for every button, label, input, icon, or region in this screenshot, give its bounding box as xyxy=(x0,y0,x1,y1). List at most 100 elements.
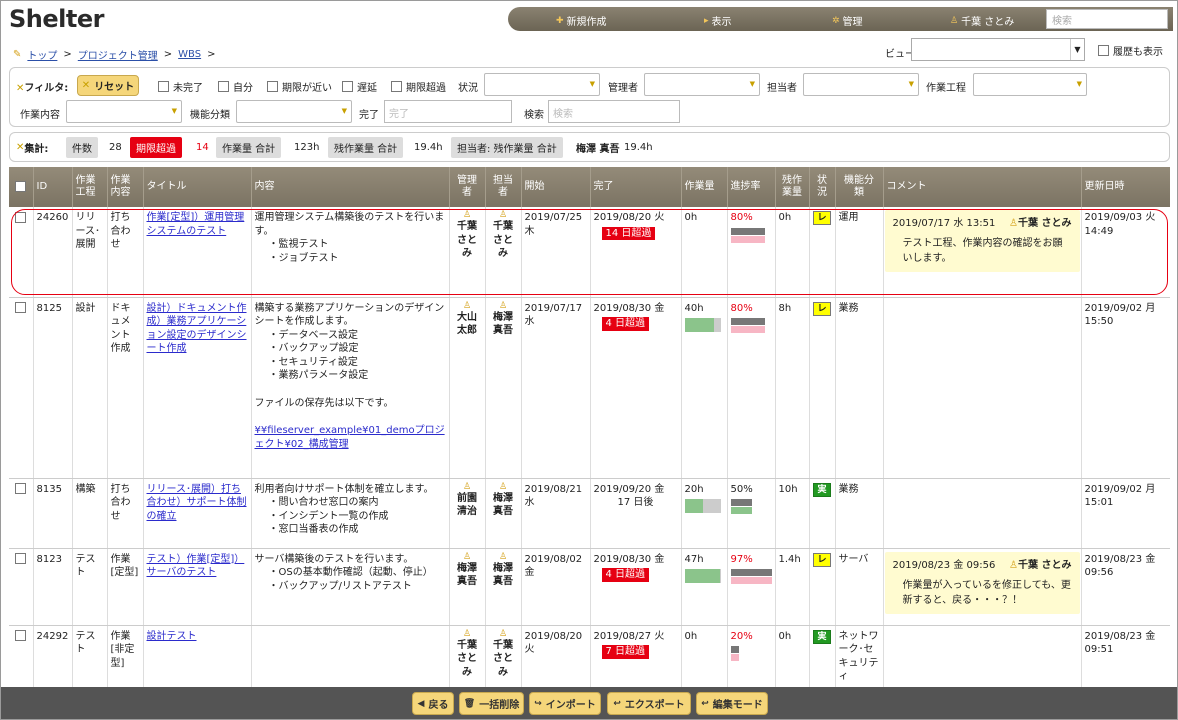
task-title-link[interactable]: 作業[定型]）運用管理システムのテスト xyxy=(147,212,245,237)
remain-total-value: 19.4h xyxy=(414,142,443,153)
process-select[interactable]: ▼ xyxy=(973,73,1087,96)
col-content[interactable]: 作業 内容 xyxy=(107,167,144,207)
col-process[interactable]: 作業 工程 xyxy=(72,167,108,207)
table-row[interactable]: 8135 構築 打ち合わせ リリース･展開）打ち合わせ）サポート体制の確立 利用者向けサ… xyxy=(9,478,1170,549)
new-button[interactable]: ✚ 新規作成 xyxy=(556,13,607,29)
comment-cell[interactable]: 2019/07/17 水 13:51 ♙千葉 さとみ テスト工程、作業内容の確認をお… xyxy=(883,207,1082,298)
status-badge: レ xyxy=(813,552,831,567)
col-id[interactable]: ID xyxy=(33,167,73,207)
history-toggle[interactable]: 履歴も表示 xyxy=(1098,43,1163,58)
done-input[interactable]: 完了 xyxy=(384,100,512,123)
user-icon: ♙ xyxy=(462,300,472,311)
global-search-input[interactable]: 検索 xyxy=(1046,9,1168,29)
breadcrumb-project[interactable]: プロジェクト管理 xyxy=(78,47,158,62)
admin-menu[interactable]: ✲ 管理 xyxy=(832,13,863,29)
top-nav: ✚ 新規作成 ▸ 表示 ✲ 管理 ♙ 千葉 さとみ 検索 xyxy=(508,7,1173,31)
filter-overdue[interactable]: 期限超過 xyxy=(391,79,446,94)
col-status[interactable]: 状 況 xyxy=(809,167,836,207)
task-description xyxy=(251,625,450,687)
select-all-header[interactable] xyxy=(9,167,34,207)
col-title[interactable]: タイトル xyxy=(143,167,252,207)
status-select[interactable]: ▼ xyxy=(484,73,600,96)
trash-icon: 🗑 xyxy=(463,698,476,709)
row-checkbox[interactable] xyxy=(15,302,27,313)
row-checkbox[interactable] xyxy=(15,211,27,223)
content-select[interactable]: ▼ xyxy=(66,100,182,123)
task-end: 2019/08/30 金4 日超過 xyxy=(590,548,682,626)
task-work: 20h xyxy=(681,478,728,549)
col-comment[interactable]: コメント xyxy=(883,167,1082,207)
user-menu[interactable]: ♙ 千葉 さとみ xyxy=(950,13,1014,29)
progress-bar xyxy=(730,227,772,243)
comment-cell[interactable] xyxy=(883,297,1082,479)
filter-self[interactable]: 自分 xyxy=(218,79,253,94)
task-title-link[interactable]: テスト）作業[定型]）サーバのテスト xyxy=(147,554,245,579)
col-updated[interactable]: 更新日時 xyxy=(1081,167,1170,207)
filter-delay[interactable]: 遅延 xyxy=(342,79,377,94)
table-row[interactable]: 24292 テスト 作業[非定型] 設計テスト ♙ 千葉 さとみ ♙ 千葉 さとみ 2019/0… xyxy=(9,625,1170,687)
view-select[interactable]: ▼ xyxy=(911,38,1085,61)
task-remain: 8h xyxy=(775,297,810,479)
col-desc[interactable]: 内容 xyxy=(251,167,450,207)
assignee-remain-value: 19.4h xyxy=(624,142,653,153)
task-end: 2019/08/30 金4 日超過 xyxy=(590,297,682,479)
task-function: ネットワーク･セキュリティ xyxy=(835,625,884,687)
edit-mode-button[interactable]: ↩ 編集モード xyxy=(696,692,768,715)
col-work[interactable]: 作業量 xyxy=(681,167,728,207)
task-assignee: ♙ 梅澤 真吾 xyxy=(485,478,522,549)
col-assignee[interactable]: 担当 者 xyxy=(485,167,522,207)
task-manager: ♙ 前園 清治 xyxy=(449,478,486,549)
comment-cell[interactable] xyxy=(883,478,1082,549)
col-manager[interactable]: 管理 者 xyxy=(449,167,486,207)
comment-bubble: 2019/08/23 金 09:56 ♙千葉 さとみ 作業量が入っているを修正しても… xyxy=(884,551,1080,614)
task-content: 作業[定型] xyxy=(107,548,144,626)
col-function[interactable]: 機能分 類 xyxy=(835,167,884,207)
comment-cell[interactable]: 2019/08/23 金 09:56 ♙千葉 さとみ 作業量が入っているを修正しても… xyxy=(883,548,1082,626)
task-content: 作業[非定型] xyxy=(107,625,144,687)
task-start: 2019/08/02 金 xyxy=(521,548,591,626)
export-button[interactable]: ↩ エクスポート xyxy=(607,692,691,715)
row-checkbox[interactable] xyxy=(15,630,27,641)
table-row[interactable]: 8125 設計 ドキュメント作成 設計）ドキュメント作成）業務アプリケーション設定のデ… xyxy=(9,297,1170,479)
function-select[interactable]: ▼ xyxy=(236,100,352,123)
task-title-link[interactable]: 設計）ドキュメント作成）業務アプリケーション設定のデザインシート作成 xyxy=(147,303,247,355)
task-assignee: ♙ 千葉 さとみ xyxy=(485,207,522,298)
task-description: 構築する業務アプリケーションのデザインシートを作成します。 ・データベース設定 ・バ… xyxy=(251,297,450,479)
col-start[interactable]: 開始 xyxy=(521,167,591,207)
history-checkbox[interactable] xyxy=(1098,45,1109,56)
back-button[interactable]: ◀ 戻る xyxy=(412,692,454,715)
task-id: 8125 xyxy=(33,297,73,479)
select-all-checkbox[interactable] xyxy=(15,180,27,192)
assignee-label: 担当者 xyxy=(767,83,797,94)
pin-icon: ✎ xyxy=(13,49,22,60)
row-checkbox[interactable] xyxy=(15,553,27,564)
task-title-link[interactable]: リリース･展開）打ち合わせ）サポート体制の確立 xyxy=(147,484,247,522)
col-progress[interactable]: 進捗率 xyxy=(727,167,776,207)
table-row[interactable]: 8123 テスト 作業[定型] テスト）作業[定型]）サーバのテスト サーバ構築後のテス… xyxy=(9,548,1170,626)
manager-select[interactable]: ▼ xyxy=(644,73,760,96)
aggregate-title: ✕ 集計: xyxy=(16,142,49,155)
comment-cell[interactable] xyxy=(883,625,1082,687)
table-row[interactable]: 24260 リリース･展開 打ち合わせ 作業[定型]）運用管理システムのテスト 運用管理… xyxy=(9,207,1170,298)
count-label: 件数 xyxy=(66,137,98,158)
row-checkbox[interactable] xyxy=(15,483,27,494)
breadcrumb-wbs[interactable]: WBS xyxy=(178,49,201,60)
filter-search-input[interactable]: 検索 xyxy=(548,100,680,123)
task-progress: 80% xyxy=(727,297,776,479)
col-remain[interactable]: 残作 業量 xyxy=(775,167,810,207)
breadcrumb: ✎ トップ > プロジェクト管理 > WBS > xyxy=(13,47,216,62)
import-button[interactable]: ↪ インポート xyxy=(529,692,601,715)
work-total-value: 123h xyxy=(294,142,320,153)
task-title-link[interactable]: 設計テスト xyxy=(147,631,197,642)
bulk-delete-button[interactable]: 🗑 一括削除 xyxy=(459,692,524,715)
filter-near-due[interactable]: 期限が近い xyxy=(267,79,332,94)
filter-incomplete[interactable]: 未完了 xyxy=(158,79,203,94)
view-menu[interactable]: ▸ 表示 xyxy=(704,13,732,29)
assignee-select[interactable]: ▼ xyxy=(803,73,919,96)
file-path-link[interactable]: ¥¥fileserver_example¥01_demoプロジェクト¥02_構成… xyxy=(255,424,446,451)
filter-title: ✕フィルタ: xyxy=(16,83,69,94)
task-updated: 2019/08/23 金 09:56 xyxy=(1081,548,1170,626)
reset-button[interactable]: ✕ リセット xyxy=(77,75,139,96)
breadcrumb-top[interactable]: トップ xyxy=(27,47,57,62)
col-end[interactable]: 完了 xyxy=(590,167,682,207)
